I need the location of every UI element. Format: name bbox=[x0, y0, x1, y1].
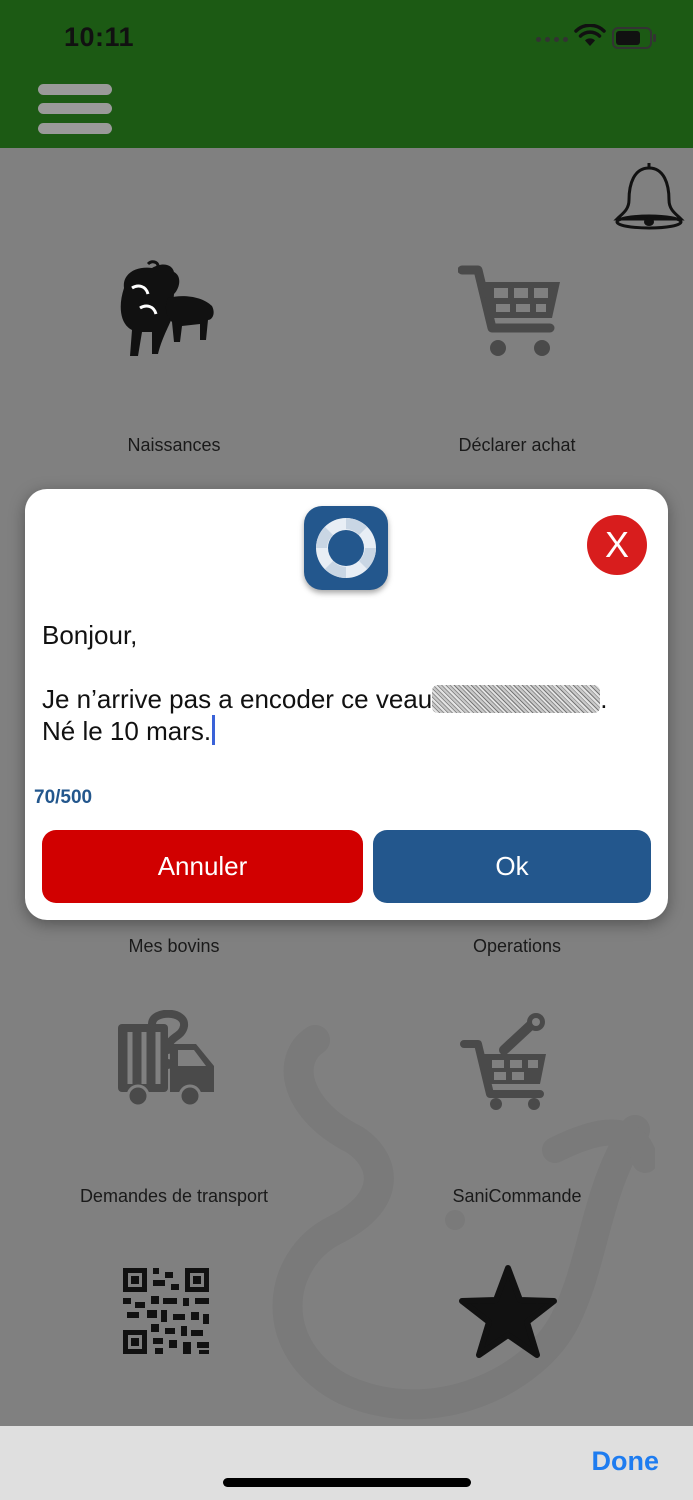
tile-demandes-transport-label[interactable]: Demandes de transport bbox=[9, 1186, 339, 1207]
message-line-date: Né le 10 mars. bbox=[42, 715, 652, 747]
bell-icon[interactable] bbox=[612, 162, 686, 234]
cancel-button[interactable]: Annuler bbox=[42, 830, 363, 903]
character-counter: 70/500 bbox=[34, 787, 93, 808]
star-icon[interactable] bbox=[458, 1264, 558, 1360]
bull-watermark-icon bbox=[272, 1025, 655, 1420]
cellular-signal-icon bbox=[536, 37, 568, 42]
tile-naissances-label[interactable]: Naissances bbox=[9, 435, 339, 456]
keyboard-accessory-bar: Done bbox=[0, 1426, 693, 1500]
cart-icon[interactable] bbox=[458, 262, 564, 360]
app-header: 10:11 bbox=[0, 0, 693, 148]
message-line-greeting: Bonjour, bbox=[42, 620, 138, 650]
cart-syringe-icon[interactable] bbox=[460, 1010, 552, 1110]
tile-sanicommande-label[interactable]: SaniCommande bbox=[352, 1186, 682, 1207]
redacted-text bbox=[432, 685, 601, 713]
text-caret bbox=[212, 715, 216, 745]
home-indicator[interactable] bbox=[223, 1478, 471, 1487]
close-button[interactable]: X bbox=[587, 515, 647, 575]
support-dialog: X Bonjour, Je n’arrive pas a encoder ce … bbox=[25, 489, 668, 920]
message-line-body: Je n’arrive pas a encoder ce veau. bbox=[42, 684, 608, 714]
status-time: 10:11 bbox=[64, 22, 135, 52]
qr-code-icon[interactable] bbox=[123, 1268, 209, 1354]
done-button[interactable]: Done bbox=[592, 1446, 660, 1477]
tile-mes-bovins-label[interactable]: Mes bovins bbox=[9, 936, 339, 957]
tile-operations-label[interactable]: Operations bbox=[352, 936, 682, 957]
battery-icon bbox=[612, 27, 656, 49]
tile-declarer-achat-label[interactable]: Déclarer achat bbox=[352, 435, 682, 456]
message-textarea[interactable]: Bonjour, Je n’arrive pas a encoder ce ve… bbox=[42, 619, 652, 747]
menu-button[interactable] bbox=[38, 82, 114, 138]
wifi-icon bbox=[574, 24, 606, 46]
truck-question-icon[interactable] bbox=[116, 1010, 216, 1110]
support-lifebuoy-icon bbox=[304, 506, 388, 590]
ok-button[interactable]: Ok bbox=[373, 830, 651, 903]
cows-icon[interactable] bbox=[112, 258, 216, 362]
